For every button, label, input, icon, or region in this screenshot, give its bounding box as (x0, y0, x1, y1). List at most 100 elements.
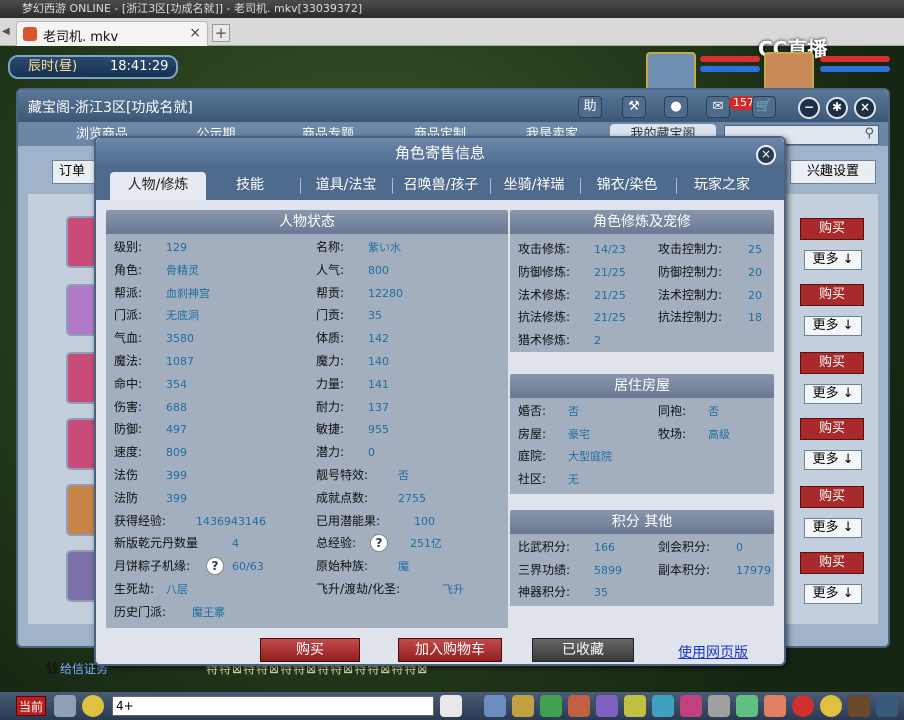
tab-mounts[interactable]: 坐骑/祥瑞 (494, 172, 574, 200)
system-icon[interactable] (820, 695, 842, 717)
row-more-button[interactable]: 更多 ↓ (804, 450, 862, 470)
game-clock: 辰时(昼) 18:41:29 (8, 55, 178, 79)
residence-row: 婚否: 否 同袍: 否 (518, 400, 772, 423)
game-bottom-bar: 当前 4+ (0, 692, 904, 720)
trade-icon[interactable] (568, 695, 590, 717)
add-to-cart-button[interactable]: 加入购物车 (398, 638, 502, 662)
give-icon[interactable] (540, 695, 562, 717)
row-more-button[interactable]: 更多 ↓ (804, 384, 862, 404)
buy-button[interactable]: 购买 (260, 638, 360, 662)
tab-items[interactable]: 道具/法宝 (306, 172, 386, 200)
stat-label: 历史门派: (114, 604, 167, 619)
status-row: 总经验: 251亿? (316, 532, 506, 555)
row-buy-button[interactable]: 购买 (800, 284, 864, 306)
stat-value: 35 (368, 309, 382, 323)
stat-value: 魔王寨 (192, 605, 225, 619)
guild-icon[interactable] (680, 695, 702, 717)
close-tab-icon[interactable]: × (189, 25, 201, 41)
status-row: 飞升/渡劫/化圣: 飞升 (316, 578, 506, 601)
help-icon[interactable]: ? (370, 534, 388, 553)
help-icon[interactable]: ? (206, 557, 224, 576)
status-row: 命中: 354 (114, 373, 304, 396)
info-value: 否 (708, 405, 719, 418)
stat-value: 137 (368, 400, 389, 414)
app-favicon-icon (23, 27, 37, 41)
chevron-left-icon[interactable]: ◀ (2, 26, 10, 37)
quest-icon[interactable] (652, 695, 674, 717)
stat-value: 12280 (368, 286, 403, 300)
chat-input[interactable]: 4+ (112, 696, 434, 716)
info-value: 166 (594, 541, 615, 554)
stat-label: 速度: (114, 445, 143, 460)
stat-value: 血刹神宫 (166, 286, 210, 300)
tab-skills[interactable]: 技能 (220, 172, 280, 200)
emoji-icon[interactable] (82, 695, 104, 717)
new-tab-button[interactable]: + (212, 24, 230, 42)
notification-icon[interactable] (792, 695, 814, 717)
info-label: 防御修炼: (518, 264, 571, 279)
residence-panel: 居住房屋 婚否: 否 同袍: 否房屋: 豪宅 牧场: 高级 庭院: 大型庭院 社区: 无 (510, 374, 774, 494)
tab-home[interactable]: 玩家之家 (680, 172, 764, 200)
video-tab[interactable]: 老司机. mkv × (16, 21, 208, 46)
stat-label: 法防 (114, 490, 139, 505)
cart-icon[interactable]: 🛒 (752, 96, 776, 118)
item-icon[interactable] (512, 695, 534, 717)
hammer-icon[interactable]: ⚒ (622, 96, 646, 118)
attack-icon[interactable] (484, 695, 506, 717)
menu-icon[interactable] (876, 695, 898, 717)
order-button[interactable]: 订单 (52, 160, 100, 184)
stat-label: 人气: (316, 262, 345, 277)
stat-label: 体质: (316, 331, 345, 346)
microphone-icon[interactable] (54, 695, 76, 717)
use-web-version-link[interactable]: 使用网页版 (678, 642, 748, 662)
record-icon[interactable]: ● (664, 96, 688, 118)
help-button[interactable]: 助 (578, 96, 602, 118)
chat-channel-button[interactable]: 当前 (16, 696, 46, 716)
row-buy-button[interactable]: 购买 (800, 352, 864, 374)
info-value: 高级 (708, 427, 730, 441)
activity-icon[interactable] (764, 695, 786, 717)
tab-pets[interactable]: 召唤兽/孩子 (396, 172, 486, 200)
interest-settings-button[interactable]: 兴趣设置 (790, 160, 876, 184)
row-more-button[interactable]: 更多 ↓ (804, 584, 862, 604)
cultivation-panel-header: 角色修炼及宠修 (510, 210, 774, 234)
search-icon[interactable]: ⚲ (864, 126, 874, 141)
stat-label: 敏捷: (316, 422, 345, 437)
chat-icon[interactable]: ✉ (706, 96, 730, 118)
minimize-icon[interactable]: − (798, 97, 820, 119)
settings-icon[interactable] (848, 695, 870, 717)
close-icon[interactable]: × (854, 97, 876, 119)
info-label: 攻击控制力: (658, 242, 723, 256)
friends-icon[interactable] (736, 695, 758, 717)
status-row: 体质: 142 (316, 327, 506, 350)
score-row: 神器积分: 35 (518, 581, 772, 604)
stat-label: 防御: (114, 422, 143, 437)
row-buy-button[interactable]: 购买 (800, 486, 864, 508)
gear-icon[interactable]: ✱ (826, 97, 848, 119)
tab-character[interactable]: 人物/修炼 (110, 172, 206, 200)
row-more-button[interactable]: 更多 ↓ (804, 316, 862, 336)
row-more-button[interactable]: 更多 ↓ (804, 518, 862, 538)
status-row: 潜力: 0 (316, 441, 506, 464)
tab-outfits[interactable]: 锦衣/染色 (584, 172, 670, 200)
row-more-button[interactable]: 更多 ↓ (804, 250, 862, 270)
stat-label: 命中: (114, 376, 143, 391)
collected-button[interactable]: 已收藏 (532, 638, 634, 662)
status-row: 门贡: 35 (316, 304, 506, 327)
map-icon[interactable] (708, 695, 730, 717)
stat-label: 魔法: (114, 354, 143, 368)
row-buy-button[interactable]: 购买 (800, 418, 864, 440)
row-buy-button[interactable]: 购买 (800, 218, 864, 240)
stat-label: 帮派: (114, 285, 143, 300)
team-icon[interactable] (596, 695, 618, 717)
status-row: 魔力: 140 (316, 350, 506, 373)
info-label: 抗法修炼: (518, 310, 571, 325)
dialog-close-icon[interactable]: × (756, 145, 776, 165)
row-buy-button[interactable]: 购买 (800, 552, 864, 574)
pet-icon[interactable] (624, 695, 646, 717)
pet-shortcut-icon[interactable] (440, 695, 462, 717)
stat-label: 月饼粽子机缘: (114, 559, 191, 574)
stat-value: 100 (414, 514, 435, 528)
score-row: 比武积分: 166 剑会积分: 0 (518, 536, 772, 559)
role-sale-dialog: 角色寄售信息 × 人物/修炼 技能 道具/法宝 召唤兽/孩子 坐骑/祥瑞 锦衣/… (94, 136, 786, 666)
